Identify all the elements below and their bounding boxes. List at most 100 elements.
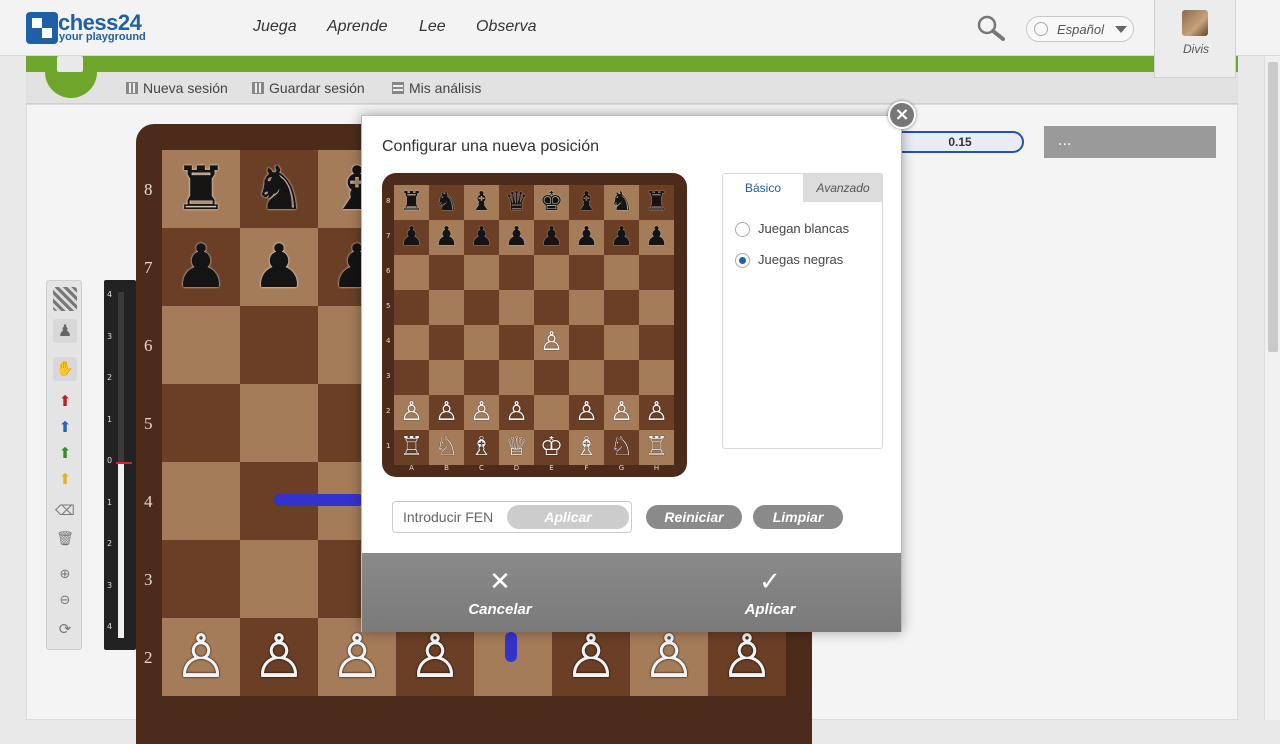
board-setup-icon[interactable] — [53, 287, 77, 311]
setup-board-square[interactable] — [429, 255, 464, 290]
setup-board-square[interactable] — [639, 255, 674, 290]
setup-board-square[interactable] — [464, 290, 499, 325]
setup-board-square[interactable] — [499, 325, 534, 360]
nav-link-juega[interactable]: Juega — [253, 18, 297, 36]
chess-piece[interactable]: ♗ — [464, 430, 499, 465]
setup-board-square[interactable] — [394, 325, 429, 360]
chess-piece[interactable]: ♚ — [534, 185, 569, 220]
setup-board-square[interactable] — [499, 255, 534, 290]
chess-piece[interactable]: ♙ — [162, 618, 240, 696]
setup-board-square[interactable] — [569, 360, 604, 395]
board-square[interactable] — [162, 306, 240, 384]
setup-board-square[interactable] — [429, 360, 464, 395]
setup-board-square[interactable] — [394, 255, 429, 290]
setup-board-square[interactable] — [464, 255, 499, 290]
chess-piece[interactable]: ♞ — [604, 185, 639, 220]
chess-piece[interactable]: ♝ — [464, 185, 499, 220]
tab-basico[interactable]: Básico — [723, 174, 803, 202]
nav-link-lee[interactable]: Lee — [419, 18, 446, 36]
setup-board-square[interactable] — [569, 255, 604, 290]
close-dialog-button[interactable]: × — [888, 101, 916, 129]
page-scrollbar[interactable] — [1264, 56, 1280, 720]
chess-piece[interactable]: ♟ — [499, 220, 534, 255]
reset-button[interactable]: Reiniciar — [646, 505, 742, 529]
chess-piece[interactable]: ♖ — [394, 430, 429, 465]
piece-icon[interactable]: ♟ — [53, 319, 77, 343]
green-arrow-icon[interactable]: ⬆ — [53, 441, 77, 465]
trash-icon[interactable]: 🗑 — [53, 527, 77, 551]
language-selector[interactable]: Español — [1026, 16, 1134, 42]
save-session-button[interactable]: Guardar sesión — [252, 80, 365, 96]
setup-board-square[interactable] — [534, 395, 569, 430]
chess-piece[interactable]: ♜ — [639, 185, 674, 220]
search-icon[interactable] — [976, 14, 1006, 42]
setup-board-square[interactable] — [394, 290, 429, 325]
board-square[interactable] — [240, 306, 318, 384]
setup-board-square[interactable] — [429, 325, 464, 360]
chess-piece[interactable]: ♟ — [569, 220, 604, 255]
setup-board-square[interactable] — [569, 290, 604, 325]
chess-piece[interactable]: ♜ — [394, 185, 429, 220]
fen-apply-button[interactable]: Aplicar — [507, 505, 629, 529]
setup-board-square[interactable] — [639, 325, 674, 360]
chess-piece[interactable]: ♟ — [162, 228, 240, 306]
chess-piece[interactable]: ♗ — [569, 430, 604, 465]
cancel-button[interactable]: ✕ Cancelar — [365, 553, 635, 632]
setup-board-square[interactable] — [464, 360, 499, 395]
board-square[interactable] — [162, 462, 240, 540]
chess-piece[interactable]: ♙ — [639, 395, 674, 430]
my-analyses-button[interactable]: Mis análisis — [392, 80, 481, 96]
chess-piece[interactable]: ♟ — [394, 220, 429, 255]
fen-input[interactable] — [394, 503, 504, 531]
eraser-icon[interactable]: ⌫ — [53, 499, 77, 523]
chess-piece[interactable]: ♟ — [604, 220, 639, 255]
setup-board-square[interactable] — [604, 255, 639, 290]
setup-board-square[interactable] — [569, 325, 604, 360]
chess-piece[interactable]: ♞ — [429, 185, 464, 220]
setup-board-square[interactable] — [604, 360, 639, 395]
scrollbar-thumb[interactable] — [1268, 62, 1278, 352]
new-session-button[interactable]: Nueva sesión — [126, 80, 228, 96]
chess-piece[interactable]: ♜ — [162, 150, 240, 228]
chess-piece[interactable]: ♟ — [534, 220, 569, 255]
more-options-button[interactable]: ... — [1044, 126, 1216, 158]
chess-piece[interactable]: ♙ — [534, 325, 569, 360]
chess-piece[interactable]: ♟ — [240, 228, 318, 306]
board-square[interactable] — [162, 384, 240, 462]
tab-avanzado[interactable]: Avanzado — [803, 174, 883, 202]
setup-board-square[interactable] — [604, 325, 639, 360]
board-square[interactable] — [240, 384, 318, 462]
red-arrow-icon[interactable]: ⬆ — [53, 389, 77, 413]
setup-board[interactable]: ♜ ♞ ♝ ♛ ♚ ♝ ♞ ♜ 8 ♟ ♟ ♟ ♟ ♟ ♟ ♟ ♟ 7 6 5 ♙ 4 3 ♙ ♙ ♙ ♙ ♙ ♙ ♙ 2 ♖ ♘ ♗ ♕ ♔ ♗ ♘ ♖ 1… — [382, 173, 687, 477]
setup-board-square[interactable] — [499, 360, 534, 395]
radio-button[interactable] — [735, 222, 750, 237]
setup-board-square[interactable] — [534, 255, 569, 290]
chess-piece[interactable]: ♝ — [569, 185, 604, 220]
chess-piece[interactable]: ♘ — [604, 430, 639, 465]
add-engine-icon[interactable]: ⊕ — [53, 563, 77, 587]
hand-icon[interactable]: ✋ — [53, 357, 77, 381]
setup-board-square[interactable] — [534, 290, 569, 325]
chess24-logo[interactable]: chess24 your playground — [26, 10, 156, 48]
board-square[interactable] — [162, 540, 240, 618]
setup-board-square[interactable] — [639, 290, 674, 325]
nav-link-observa[interactable]: Observa — [476, 18, 536, 36]
clear-button[interactable]: Limpiar — [753, 505, 843, 529]
chess-piece[interactable]: ♟ — [429, 220, 464, 255]
radio-button[interactable] — [735, 253, 750, 268]
chess-piece[interactable]: ♙ — [499, 395, 534, 430]
setup-board-square[interactable] — [464, 325, 499, 360]
chess-piece[interactable]: ♔ — [534, 430, 569, 465]
setup-board-square[interactable] — [499, 290, 534, 325]
flip-board-icon[interactable]: ⟳ — [53, 617, 77, 641]
setup-board-square[interactable] — [429, 290, 464, 325]
chess-piece[interactable]: ♘ — [429, 430, 464, 465]
remove-engine-icon[interactable]: ⊖ — [53, 589, 77, 613]
setup-board-square[interactable] — [534, 360, 569, 395]
chess-piece[interactable]: ♙ — [604, 395, 639, 430]
chess-piece[interactable]: ♞ — [240, 150, 318, 228]
chess-piece[interactable]: ♟ — [639, 220, 674, 255]
chess-piece[interactable]: ♙ — [464, 395, 499, 430]
chess-piece[interactable]: ♖ — [639, 430, 674, 465]
yellow-arrow-icon[interactable]: ⬆ — [53, 467, 77, 491]
